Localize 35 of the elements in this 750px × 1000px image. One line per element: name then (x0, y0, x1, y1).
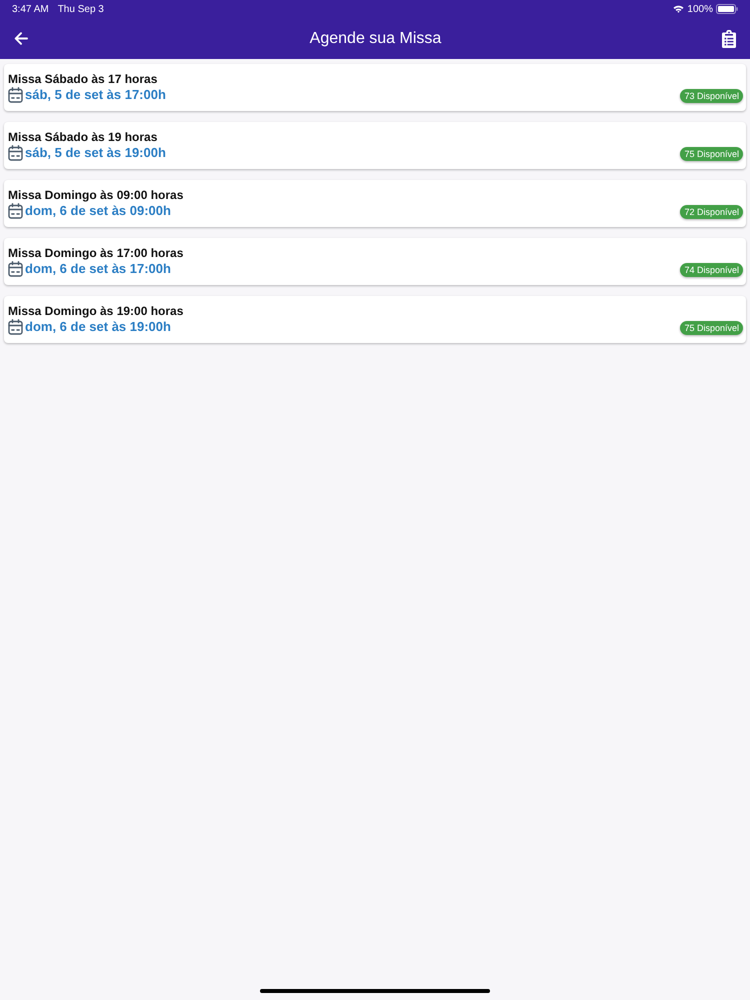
status-time: 3:47 AM (12, 2, 49, 16)
mass-card[interactable]: Missa Sábado às 17 horas sáb, 5 de set às 17:00h 73 Disponível (4, 64, 746, 111)
availability-badge: 75 Disponível (680, 321, 743, 335)
mass-card[interactable]: Missa Sábado às 19 horas sáb, 5 de set às 19:00h 75 Disponível (4, 122, 746, 169)
clipboard-list-icon (722, 30, 736, 48)
battery-icon (716, 4, 738, 14)
calendar-icon (8, 145, 23, 161)
availability-badge: 73 Disponível (680, 89, 743, 103)
mass-datetime: dom, 6 de set às 19:00h (25, 319, 171, 335)
mass-card[interactable]: Missa Domingo às 19:00 horas dom, 6 de set às 19:00h 75 Disponível (4, 296, 746, 343)
mass-title: Missa Sábado às 19 horas (8, 130, 158, 144)
mass-title: Missa Sábado às 17 horas (8, 72, 158, 86)
page-title: Agende sua Missa (310, 28, 442, 48)
mass-card[interactable]: Missa Domingo às 17:00 horas dom, 6 de set às 17:00h 74 Disponível (4, 238, 746, 285)
mass-card[interactable]: Missa Domingo às 09:00 horas dom, 6 de set às 09:00h 72 Disponível (4, 180, 746, 227)
mass-datetime: dom, 6 de set às 17:00h (25, 261, 171, 277)
battery-percent: 100% (687, 2, 713, 16)
mass-datetime: sáb, 5 de set às 17:00h (25, 87, 166, 103)
calendar-icon (8, 203, 23, 219)
calendar-icon (8, 261, 23, 277)
mass-title: Missa Domingo às 09:00 horas (8, 188, 184, 202)
back-button[interactable] (12, 30, 30, 48)
mass-datetime: sáb, 5 de set às 19:00h (25, 145, 166, 161)
clipboard-button[interactable] (721, 28, 737, 48)
availability-badge: 74 Disponível (680, 263, 743, 277)
availability-badge: 75 Disponível (680, 147, 743, 161)
availability-badge: 72 Disponível (680, 205, 743, 219)
wifi-icon (673, 5, 684, 13)
calendar-icon (8, 87, 23, 103)
mass-datetime: dom, 6 de set às 09:00h (25, 203, 171, 219)
back-arrow-icon (14, 32, 28, 45)
calendar-icon (8, 319, 23, 335)
mass-title: Missa Domingo às 19:00 horas (8, 304, 184, 318)
mass-title: Missa Domingo às 17:00 horas (8, 246, 184, 260)
status-date: Thu Sep 3 (58, 2, 104, 16)
